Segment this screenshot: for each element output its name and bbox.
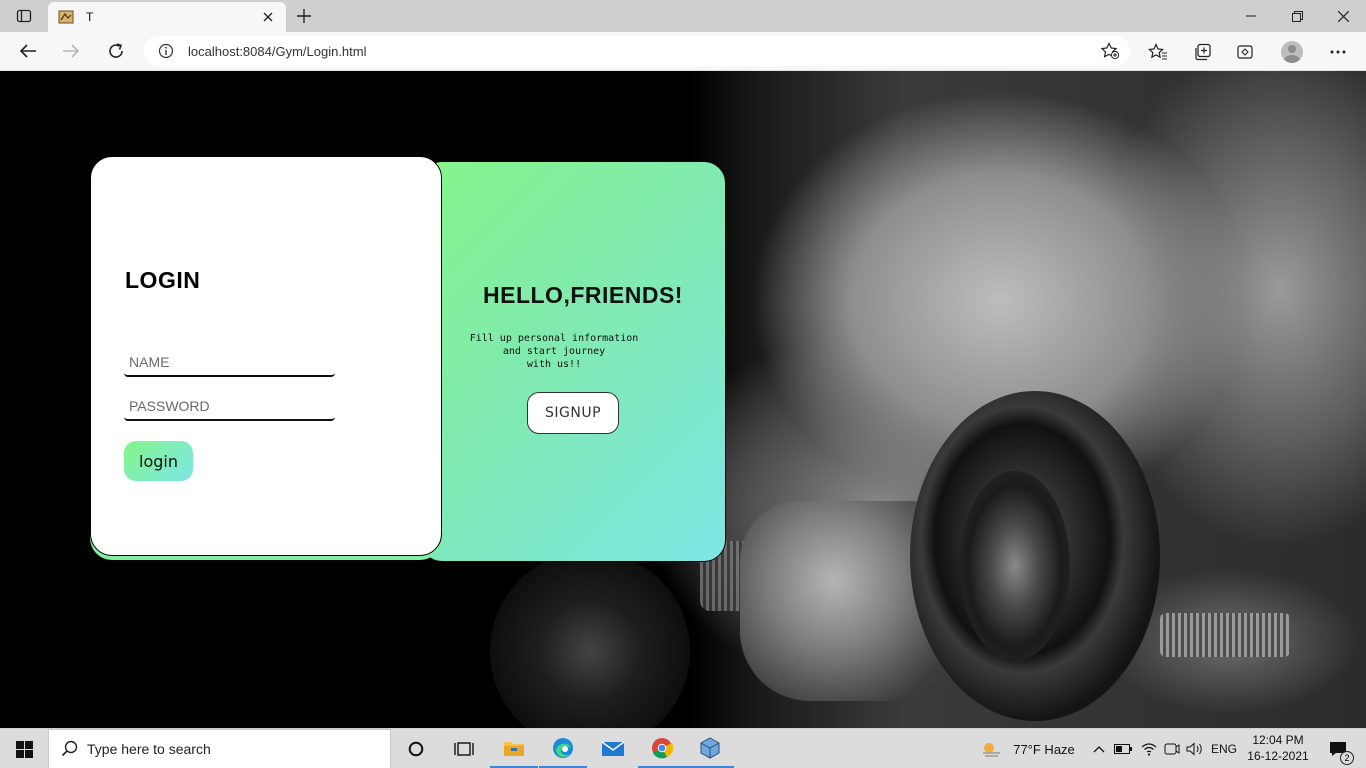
page-viewport: HELLO,FRIENDS! Fill up personal informat… xyxy=(0,71,1366,728)
wifi-icon[interactable] xyxy=(1138,729,1160,768)
more-menu-icon[interactable] xyxy=(1324,38,1352,66)
tab-close-icon[interactable] xyxy=(260,9,276,25)
virtualbox-icon[interactable] xyxy=(686,729,734,768)
add-favorite-icon[interactable] xyxy=(1100,42,1120,65)
close-window-button[interactable] xyxy=(1320,0,1366,32)
hello-title: HELLO,FRIENDS! xyxy=(483,282,683,308)
favorites-icon[interactable] xyxy=(1144,38,1172,66)
meet-now-icon[interactable] xyxy=(1161,729,1183,768)
notification-count-badge: 2 xyxy=(1340,751,1354,765)
battery-icon[interactable] xyxy=(1112,729,1134,768)
clock-date: 16-12-2021 xyxy=(1247,749,1309,763)
signup-button[interactable]: SIGNUP xyxy=(527,392,619,434)
weather-icon[interactable] xyxy=(978,729,1004,768)
show-hidden-icons-icon[interactable] xyxy=(1090,729,1108,768)
url-text: localhost:8084/Gym/Login.html xyxy=(188,43,367,59)
mail-icon[interactable] xyxy=(589,729,637,768)
windows-taskbar: Type here to search 77°F Haze ENG 12:04 … xyxy=(0,728,1366,768)
site-info-icon[interactable] xyxy=(158,43,174,59)
taskbar-clock[interactable]: 12:04 PM 16-12-2021 xyxy=(1242,732,1314,764)
taskbar-search-box[interactable]: Type here to search xyxy=(48,729,391,768)
tab-title: T xyxy=(86,10,94,24)
restore-button[interactable] xyxy=(1274,0,1320,32)
refresh-button[interactable] xyxy=(101,37,131,65)
cortana-icon[interactable] xyxy=(392,729,440,768)
browser-toolbar: localhost:8084/Gym/Login.html xyxy=(0,32,1366,71)
address-bar[interactable]: localhost:8084/Gym/Login.html xyxy=(144,36,1130,66)
volume-icon[interactable] xyxy=(1184,729,1206,768)
signup-description: Fill up personal information and start j… xyxy=(469,333,639,370)
browser-tab-bar: T xyxy=(0,0,1366,32)
minimize-button[interactable] xyxy=(1228,0,1274,32)
search-icon xyxy=(61,740,78,757)
task-view-icon[interactable] xyxy=(440,729,488,768)
search-placeholder: Type here to search xyxy=(87,741,211,757)
profile-avatar[interactable] xyxy=(1278,38,1306,66)
language-indicator[interactable]: ENG xyxy=(1208,729,1240,768)
chrome-icon[interactable] xyxy=(638,729,686,768)
back-button[interactable] xyxy=(13,37,43,65)
login-panel: LOGIN login xyxy=(90,156,442,556)
forward-button[interactable] xyxy=(56,37,86,65)
weather-text[interactable]: 77°F Haze xyxy=(1008,729,1080,768)
start-button-icon[interactable] xyxy=(0,729,48,768)
site-favicon-icon xyxy=(58,10,74,24)
tab-actions-icon[interactable] xyxy=(8,4,40,28)
extensions-icon[interactable] xyxy=(1231,38,1259,66)
name-input[interactable] xyxy=(124,349,335,377)
signup-panel: HELLO,FRIENDS! Fill up personal informat… xyxy=(420,161,726,562)
login-title: LOGIN xyxy=(125,267,201,293)
file-explorer-icon[interactable] xyxy=(490,729,538,768)
new-tab-button[interactable] xyxy=(292,4,316,28)
login-button[interactable]: login xyxy=(124,441,193,481)
clock-time: 12:04 PM xyxy=(1252,733,1304,747)
browser-tab[interactable]: T xyxy=(48,2,286,32)
edge-browser-icon[interactable] xyxy=(539,729,587,768)
password-input[interactable] xyxy=(124,393,335,421)
collections-icon[interactable] xyxy=(1189,38,1217,66)
